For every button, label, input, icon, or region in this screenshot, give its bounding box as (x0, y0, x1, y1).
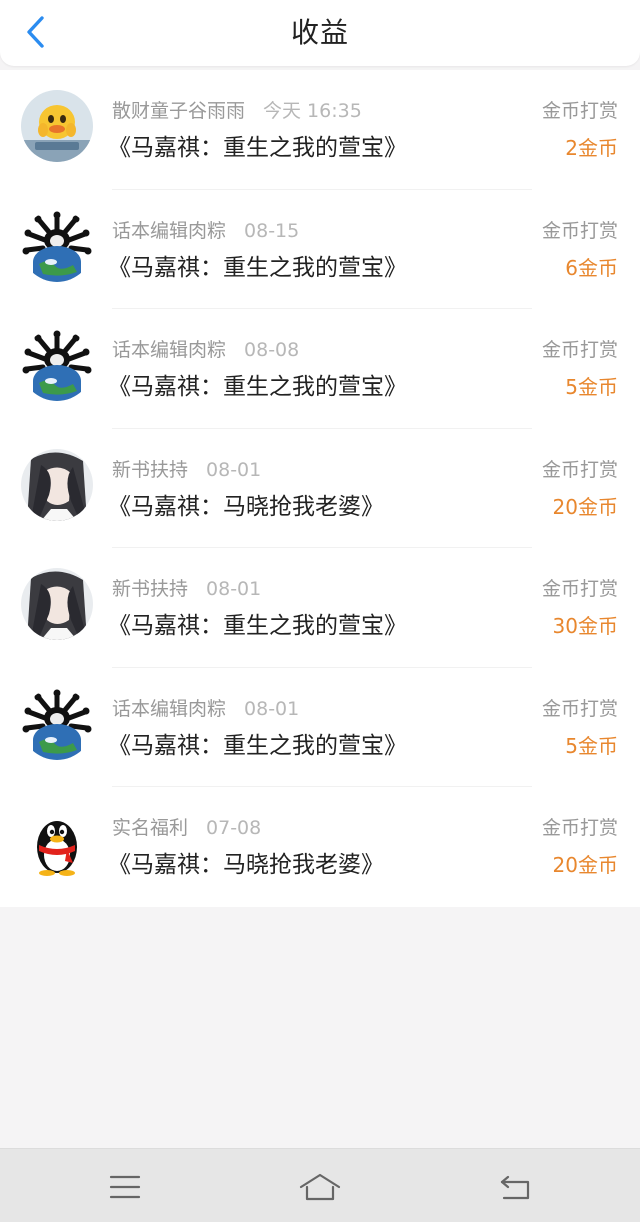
return-icon (500, 1175, 530, 1200)
record-time: 今天 16:35 (263, 100, 362, 122)
book-title: 《马嘉祺：重生之我的萱宝》 (108, 613, 407, 639)
home-icon (299, 1173, 341, 1201)
record-meta: 话本编辑肉粽 08-01 (112, 694, 299, 721)
globe-bones-avatar[interactable] (21, 209, 93, 282)
book-title: 《马嘉祺：重生之我的萱宝》 (108, 254, 407, 281)
reward-type: 金币打赏 (541, 100, 618, 122)
record-meta: 新书扶持 08-01 (112, 574, 261, 601)
list-item[interactable]: 散财童子谷雨雨 今天 16:35 《马嘉祺：重生之我的萱宝》 金币打赏 2金币 (0, 70, 640, 190)
list-item[interactable]: 话本编辑肉粽 08-15 《马嘉祺：重生之我的萱宝》 金币打赏 6金币 (0, 190, 640, 309)
sender-name: 散财童子谷雨雨 (112, 100, 246, 122)
list-item[interactable]: 话本编辑肉粽 08-01 《马嘉祺：重生之我的萱宝》 金币打赏 5金币 (0, 668, 640, 787)
book-title: 《马嘉祺：重生之我的萱宝》 (108, 374, 407, 400)
record-meta: 散财童子谷雨雨 今天 16:35 (112, 96, 362, 123)
duck-avatar[interactable] (21, 90, 93, 162)
list-item[interactable]: 新书扶持 08-01 《马嘉祺：重生之我的萱宝》 金币打赏 30金币 (0, 548, 640, 668)
menu-button[interactable] (100, 1167, 150, 1207)
sender-name: 话本编辑肉粽 (112, 339, 227, 361)
reward-amount: 2金币 (565, 136, 618, 160)
earnings-screen: 收益 散财童子谷雨雨 今天 16:35 《马嘉祺：重生之我的萱宝》 金币打赏 2… (0, 0, 640, 1222)
reward-amount: 5金币 (565, 733, 618, 758)
book-title: 《马嘉祺：马晓抢我老婆》 (108, 493, 384, 520)
earnings-list: 散财童子谷雨雨今天 16:35 《马嘉祺：重生之我的萱宝》 金币打赏 2金币 (0, 70, 640, 907)
sender-name: 实名福利 (112, 817, 189, 839)
home-button[interactable] (295, 1167, 345, 1207)
reward-amount: 20金币 (552, 494, 618, 519)
sender-name: 话本编辑肉粽 (112, 219, 227, 242)
list-item[interactable]: 新书扶持 08-01 《马嘉祺：马晓抢我老婆》 金币打赏 20金币 (0, 429, 640, 548)
reward-type: 金币打赏 (541, 697, 618, 720)
reward-type: 金币打赏 (541, 339, 618, 361)
list-item[interactable]: 实名福利 07-08 《马嘉祺：马晓抢我老婆》 金币打赏 20金币 (0, 787, 640, 907)
reward-amount: 30金币 (552, 614, 618, 638)
reward-amount: 6金币 (565, 255, 618, 280)
reward-amount: 5金币 (565, 375, 618, 399)
sender-name: 新书扶持 (112, 458, 189, 481)
record-time: 08-01 (244, 697, 300, 720)
reward-amount: 20金币 (552, 853, 618, 877)
book-title: 《马嘉祺：重生之我的萱宝》 (108, 135, 407, 161)
record-meta: 实名福利 07-08 (112, 813, 261, 840)
anime-portrait-avatar[interactable] (21, 448, 93, 521)
reward-type: 金币打赏 (541, 578, 618, 600)
globe-bones-avatar[interactable] (21, 687, 93, 760)
record-meta: 话本编辑肉粽 08-08 (112, 335, 299, 362)
list-item[interactable]: 话本编辑肉粽 08-08 《马嘉祺：重生之我的萱宝》 金币打赏 5金币 (0, 309, 640, 429)
menu-icon (109, 1175, 141, 1199)
record-time: 07-08 (206, 817, 262, 839)
penguin-avatar[interactable] (21, 807, 93, 879)
record-time: 08-01 (206, 578, 262, 600)
record-time: 08-01 (206, 458, 262, 481)
sender-name: 新书扶持 (112, 578, 189, 600)
sender-name: 话本编辑肉粽 (112, 697, 227, 720)
system-nav-bar (0, 1148, 640, 1222)
record-time: 08-15 (244, 219, 300, 242)
record-meta: 新书扶持 08-01 (112, 455, 261, 482)
return-button[interactable] (490, 1167, 540, 1207)
reward-type: 金币打赏 (541, 817, 618, 839)
reward-type: 金币打赏 (541, 219, 618, 242)
top-bar: 收益 (0, 0, 640, 66)
book-title: 《马嘉祺：重生之我的萱宝》 (108, 732, 407, 759)
reward-type: 金币打赏 (541, 458, 618, 481)
record-meta: 话本编辑肉粽 08-15 (112, 216, 299, 243)
record-time: 08-08 (244, 339, 300, 361)
globe-bones-avatar[interactable] (21, 329, 93, 401)
page-title: 收益 (290, 16, 349, 49)
anime-portrait-avatar[interactable] (21, 568, 93, 640)
book-title: 《马嘉祺：马晓抢我老婆》 (108, 852, 384, 878)
